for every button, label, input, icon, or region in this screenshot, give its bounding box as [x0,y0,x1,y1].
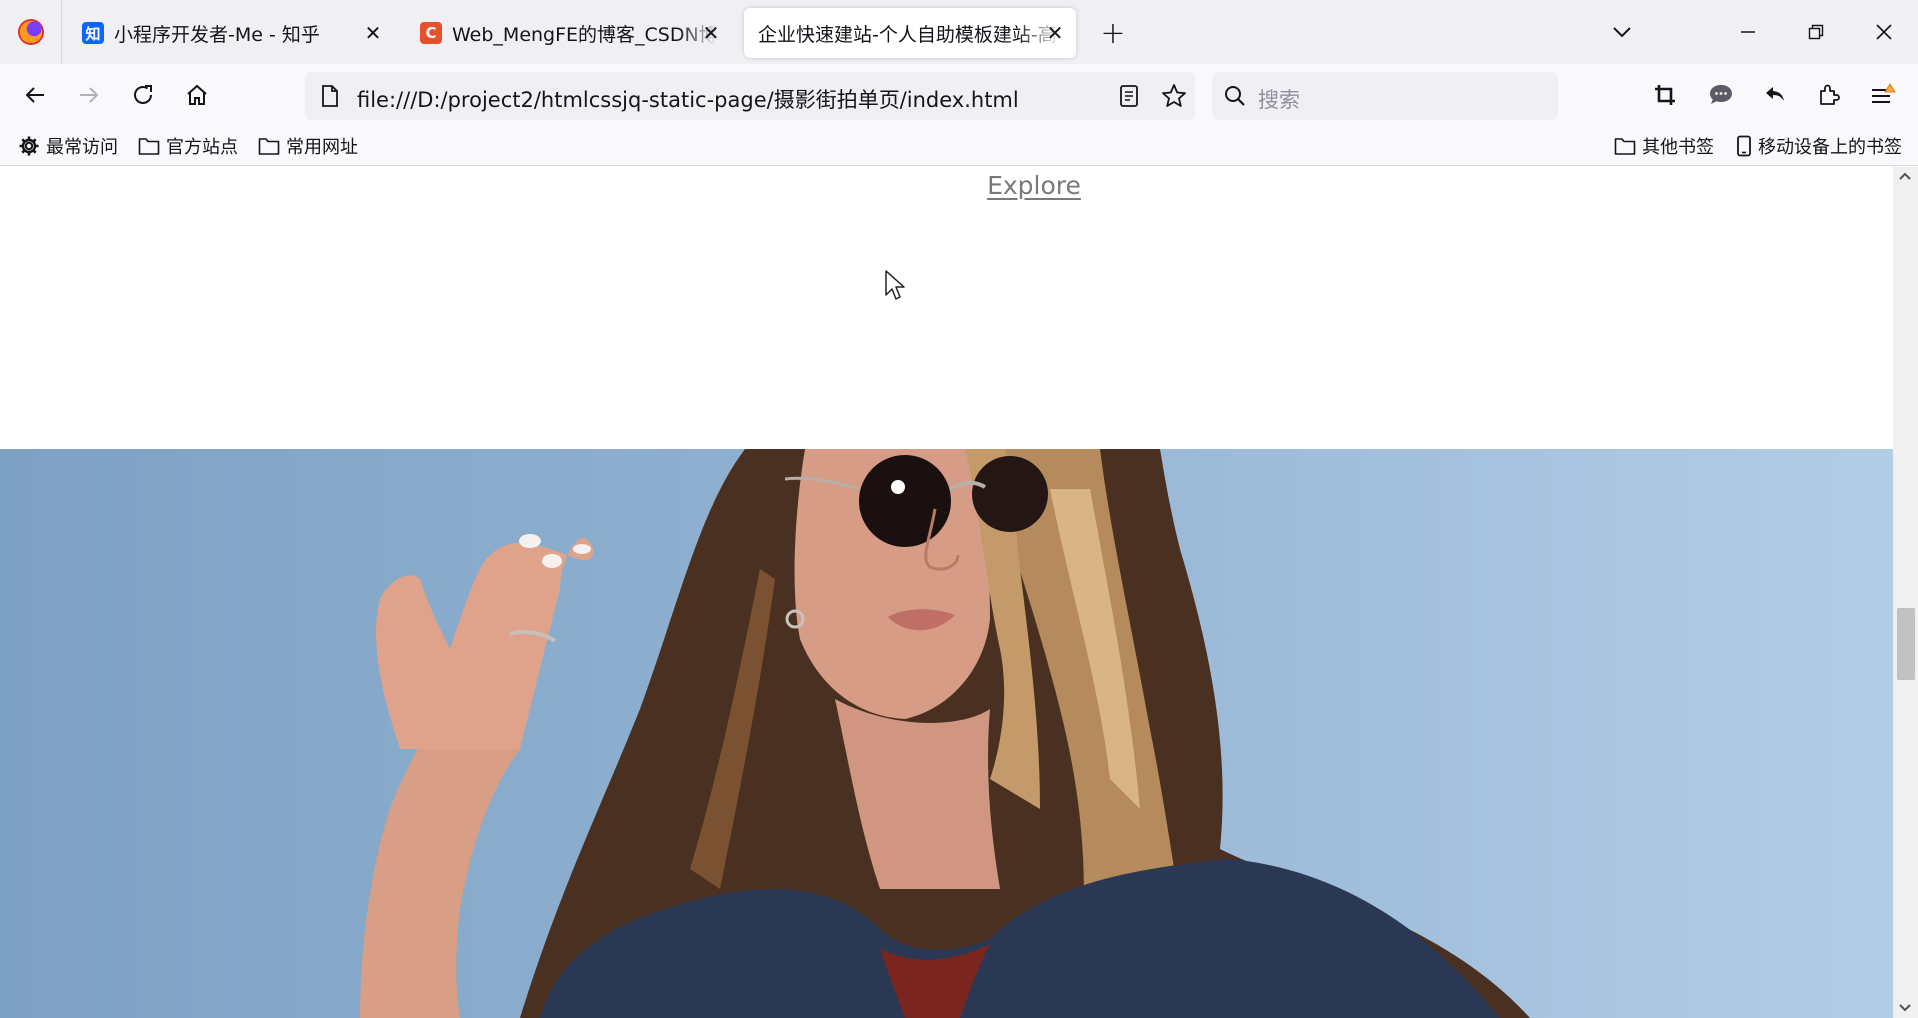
hamburger-menu-icon [1872,83,1896,103]
minimize-icon [1741,31,1755,33]
minimize-button[interactable] [1726,10,1770,54]
arrow-right-icon [80,87,99,103]
restore-button[interactable] [1794,10,1838,54]
gear-icon [19,136,39,156]
undo-button[interactable] [1758,78,1792,112]
close-icon[interactable]: ✕ [362,21,384,45]
home-button[interactable] [180,78,214,112]
tab-strip: 知 小程序开发者-Me - 知乎 ✕ C Web_MengFE的博客_CSDN博… [0,0,1918,64]
page-icon [322,85,338,107]
bookmark-folder-common[interactable]: 常用网址 [258,133,358,159]
screenshot-button[interactable] [1648,78,1682,112]
extensions-button[interactable] [1812,78,1846,112]
tab-title: 企业快速建站-个人自助模板建站-高 [758,23,1057,46]
page-viewport: Explore [0,167,1918,1018]
bookmarks-toolbar: 最常访问 官方站点 常用网址 其他书签 移动设备上的书签 [0,126,1918,166]
firefox-logo-icon [17,19,44,45]
url-text[interactable]: file:///D:/project2/htmlcssjq-static-pag… [357,84,1019,114]
tab-active[interactable]: 企业快速建站-个人自助模板建站-高 ✕ [744,8,1076,58]
mobile-icon [1737,135,1751,157]
chat-bubble-icon [1710,85,1732,104]
home-icon [187,84,207,105]
crop-icon [1655,85,1675,105]
scroll-down-arrow-icon[interactable] [1898,1003,1912,1013]
firefox-menu-button[interactable] [0,0,62,64]
restore-icon [1808,24,1824,40]
search-bar[interactable]: 搜索 [1212,72,1558,120]
app-menu-button[interactable] [1866,78,1900,112]
reader-view-icon[interactable] [1119,84,1139,108]
chevron-down-icon [1613,27,1631,38]
bookmark-label: 常用网址 [286,137,358,158]
street-portrait-image [360,449,1530,1018]
bookmark-label: 最常访问 [46,137,118,158]
tab-title: Web_MengFE的博客_CSDN博客 [452,23,718,46]
folder-icon [1614,138,1636,155]
puzzle-icon [1820,84,1840,105]
new-tab-button[interactable]: + [1096,16,1130,51]
undo-arrow-icon [1766,87,1784,101]
search-icon [1225,86,1245,106]
url-bar[interactable]: file:///D:/project2/htmlcssjq-static-pag… [305,72,1195,120]
arrow-left-icon [25,87,44,103]
hero-photo [0,449,1893,1018]
back-button[interactable] [18,78,52,112]
scroll-up-arrow-icon[interactable] [1898,171,1912,181]
tab-csdn[interactable]: C Web_MengFE的博客_CSDN博客 ✕ [406,8,732,58]
folder-icon [258,138,280,155]
reload-button[interactable] [126,78,160,112]
bookmark-folder-other[interactable]: 其他书签 [1614,133,1714,159]
mouse-cursor-icon [885,270,905,300]
navigation-toolbar: file:///D:/project2/htmlcssjq-static-pag… [0,64,1918,126]
search-input[interactable]: 搜索 [1258,84,1300,114]
chat-button[interactable] [1704,78,1738,112]
bookmark-label: 官方站点 [166,137,238,158]
folder-icon [138,138,160,155]
tab-zhihu[interactable]: 知 小程序开发者-Me - 知乎 ✕ [68,8,394,58]
close-icon[interactable]: ✕ [700,21,722,45]
tab-title: 小程序开发者-Me - 知乎 [114,23,320,46]
bookmark-label: 其他书签 [1642,137,1714,158]
bookmark-label: 移动设备上的书签 [1758,137,1902,158]
close-icon [1876,24,1892,40]
close-icon[interactable]: ✕ [1044,21,1066,45]
close-window-button[interactable] [1862,10,1906,54]
explore-link[interactable]: Explore [0,171,1918,200]
bookmark-folder-mobile[interactable]: 移动设备上的书签 [1736,133,1902,159]
zhihu-favicon-icon: 知 [82,22,104,44]
forward-button[interactable] [72,78,106,112]
star-bookmark-icon[interactable] [1161,83,1187,109]
vertical-scrollbar[interactable] [1893,167,1918,1018]
bookmark-most-visited[interactable]: 最常访问 [18,133,118,159]
csdn-favicon-icon: C [420,22,442,44]
bookmark-folder-official[interactable]: 官方站点 [138,133,238,159]
scrollbar-thumb[interactable] [1897,608,1915,680]
list-all-tabs-button[interactable] [1600,10,1644,54]
reload-icon [134,85,152,104]
